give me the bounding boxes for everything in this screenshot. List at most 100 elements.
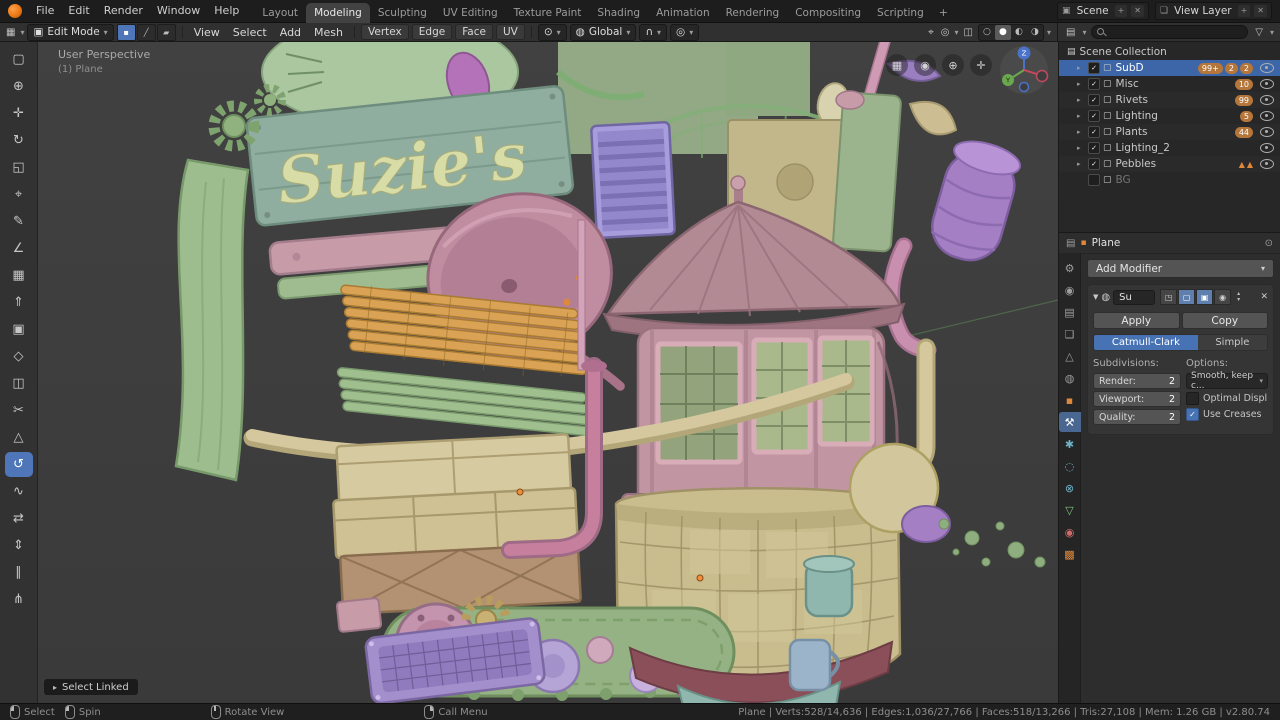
expand-icon[interactable]: ▸	[1077, 160, 1085, 168]
tool-cursor[interactable]: ⊕	[5, 74, 33, 99]
3d-viewport[interactable]: Suzie's User Perspective (1) Plane ▦ ◉ ⊕…	[38, 42, 1058, 703]
overlays-chevron-icon[interactable]: ▾	[955, 28, 959, 37]
outliner-item-misc[interactable]: ▸ ✓ ▢ Misc 10	[1059, 76, 1280, 92]
shading-chevron-icon[interactable]: ▾	[1047, 28, 1051, 37]
expand-icon[interactable]: ▸	[1077, 128, 1085, 136]
menu-face[interactable]: Face	[455, 24, 493, 40]
checkbox[interactable]: ✓	[1088, 78, 1100, 90]
green-chimney[interactable]	[832, 91, 902, 253]
properties-tab-object[interactable]: ▪	[1059, 390, 1081, 410]
snap-dropdown[interactable]: ∩ ▾	[639, 23, 668, 41]
properties-tab-object-data[interactable]: ▽	[1059, 500, 1081, 520]
move-modifier-buttons[interactable]: ▴ ▾	[1237, 291, 1240, 303]
checkbox[interactable]: ✓	[1088, 94, 1100, 106]
add-workspace-button[interactable]: +	[932, 2, 955, 23]
tool-smooth[interactable]: ∿	[5, 479, 33, 504]
visibility-eye-icon[interactable]	[1260, 63, 1274, 73]
camera-view-icon[interactable]: ◉	[914, 54, 936, 76]
view-layer-selector[interactable]: ❏ View Layer + ✕	[1154, 2, 1272, 20]
zoom-icon[interactable]: ⊕	[942, 54, 964, 76]
show-on-cage-toggle[interactable]: ◳	[1160, 289, 1178, 305]
tool-poly-build[interactable]: △	[5, 425, 33, 450]
blue-cup[interactable]	[788, 638, 840, 692]
properties-tab-constraints[interactable]: ⊗	[1059, 478, 1081, 498]
tool-rotate[interactable]: ↻	[5, 128, 33, 153]
show-in-editmode-toggle[interactable]: ▢	[1178, 289, 1196, 305]
unlink-scene-button[interactable]: ✕	[1131, 5, 1144, 17]
teal-pot[interactable]	[803, 555, 855, 618]
visibility-eye-icon[interactable]	[1260, 79, 1274, 89]
visibility-eye-icon[interactable]	[1260, 95, 1274, 105]
xray-toggle-icon[interactable]: ◫	[962, 27, 975, 38]
face-select-button[interactable]: ▰	[156, 23, 176, 41]
crates[interactable]	[330, 433, 582, 616]
grid-view-icon[interactable]: ▦	[886, 54, 908, 76]
checkbox[interactable]: ✓	[1088, 110, 1100, 122]
checkbox[interactable]: ✓	[1088, 126, 1100, 138]
tool-loop-cut[interactable]: ◫	[5, 371, 33, 396]
properties-tab-world[interactable]: ◍	[1059, 368, 1081, 388]
menu-uv[interactable]: UV	[495, 24, 525, 40]
purple-cylinder[interactable]	[925, 135, 1025, 268]
workspace-tab-rendering[interactable]: Rendering	[718, 3, 788, 23]
workspace-tab-layout[interactable]: Layout	[254, 3, 306, 23]
menu-edit[interactable]: Edit	[61, 0, 96, 22]
overlays-toggle-icon[interactable]: ◎	[939, 27, 952, 38]
orientation-dropdown[interactable]: ◍ Global ▾	[569, 23, 637, 41]
optimal-display-checkbox[interactable]	[1186, 391, 1199, 405]
scene-selector[interactable]: ▣ Scene + ✕	[1057, 2, 1149, 20]
pivot-dropdown[interactable]: ⊙ ▾	[537, 23, 567, 41]
visibility-eye-icon[interactable]	[1260, 159, 1274, 169]
properties-tab-physics[interactable]: ◌	[1059, 456, 1081, 476]
menu-select[interactable]: Select	[228, 26, 272, 39]
checkbox[interactable]: ✓	[1088, 158, 1100, 170]
shading-solid-icon[interactable]: ●	[994, 24, 1011, 40]
green-banner[interactable]	[174, 158, 250, 482]
menu-vertex[interactable]: Vertex	[361, 24, 409, 40]
delete-modifier-button[interactable]: ✕	[1260, 292, 1268, 302]
visibility-eye-icon[interactable]	[1260, 111, 1274, 121]
quality-field[interactable]: Quality: 2	[1093, 409, 1181, 425]
modifier-panel-header[interactable]: ▼ ◍ Su ◳ ▢ ▣ ◉ ▴ ▾ ✕	[1093, 288, 1268, 306]
tool-spin[interactable]: ↺	[4, 452, 33, 477]
outliner-scene-collection[interactable]: ▤ Scene Collection	[1059, 44, 1280, 60]
workspace-tab-compositing[interactable]: Compositing	[787, 3, 869, 23]
properties-tab-tool[interactable]: ⚙	[1059, 258, 1081, 278]
remove-view-layer-button[interactable]: ✕	[1254, 5, 1267, 17]
expand-icon[interactable]: ▸	[1077, 96, 1085, 104]
editor-type-icon[interactable]: ▦	[4, 27, 17, 38]
simple-option[interactable]: Simple	[1197, 335, 1267, 350]
editor-type-chevron-icon[interactable]: ▾	[20, 28, 24, 37]
menu-view[interactable]: View	[189, 26, 225, 39]
workspace-tab-shading[interactable]: Shading	[589, 3, 648, 23]
pebble-debris[interactable]	[938, 518, 1046, 568]
viewport-canvas[interactable]: Suzie's	[38, 42, 1058, 703]
tool-annotate[interactable]: ✎	[5, 209, 33, 234]
menu-mesh[interactable]: Mesh	[309, 26, 348, 39]
expand-icon[interactable]: ▸	[1077, 64, 1085, 72]
properties-tab-material[interactable]: ◉	[1059, 522, 1081, 542]
workspace-tab-modeling[interactable]: Modeling	[306, 2, 370, 23]
properties-tab-render[interactable]: ◉	[1059, 280, 1081, 300]
expand-icon[interactable]: ▸	[1077, 80, 1085, 88]
outliner-item-lighting-2[interactable]: ▸ ✓ ▢ Lighting_2	[1059, 140, 1280, 156]
mode-dropdown[interactable]: ▣ Edit Mode ▾	[27, 23, 114, 41]
outliner-item-bg[interactable]: ▢ BG	[1059, 172, 1280, 188]
shutter-window[interactable]	[590, 121, 676, 239]
tool-shrink-fatten[interactable]: ⇕	[5, 533, 33, 558]
use-creases-checkbox[interactable]: ✓	[1186, 407, 1199, 421]
properties-tab-modifiers[interactable]: ⚒	[1058, 412, 1081, 432]
workspace-tab-animation[interactable]: Animation	[648, 3, 718, 23]
checkbox[interactable]	[1088, 174, 1100, 186]
menu-add[interactable]: Add	[275, 26, 306, 39]
tool-knife[interactable]: ✂	[5, 398, 33, 423]
tool-edge-slide[interactable]: ⇄	[5, 506, 33, 531]
filter-icon[interactable]: ▽	[1253, 27, 1265, 38]
checkbox[interactable]: ✓	[1088, 62, 1100, 74]
outliner-item-rivets[interactable]: ▸ ✓ ▢ Rivets 99	[1059, 92, 1280, 108]
catmull-clark-option[interactable]: Catmull-Clark	[1094, 335, 1198, 350]
show-in-viewport-toggle[interactable]: ▣	[1196, 289, 1214, 305]
tan-horn[interactable]	[908, 100, 958, 136]
pin-icon[interactable]: ⊙	[1265, 238, 1273, 249]
menu-render[interactable]: Render	[97, 0, 150, 22]
